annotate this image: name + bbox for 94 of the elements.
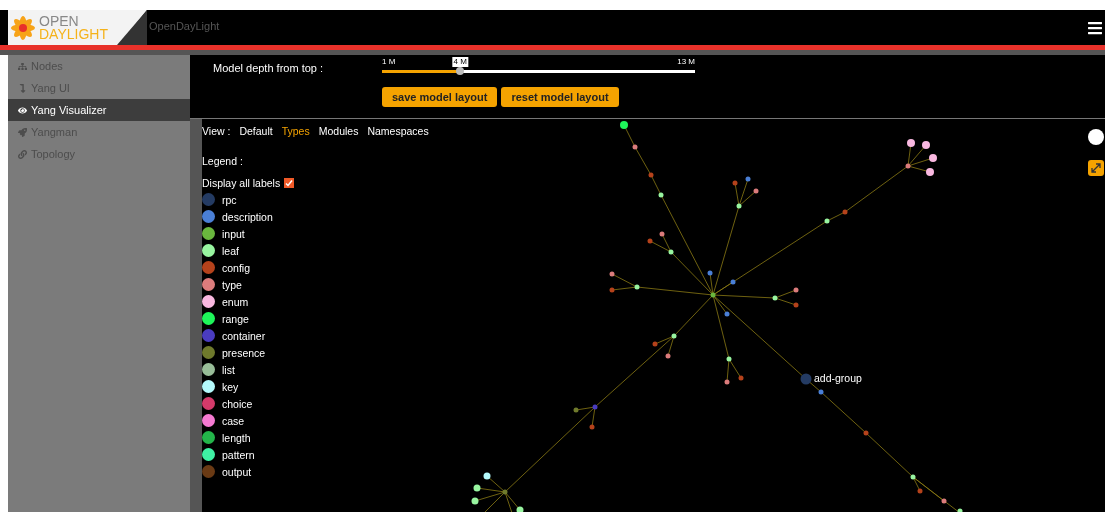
graph-node[interactable] bbox=[800, 373, 812, 385]
graph-node[interactable] bbox=[665, 353, 671, 359]
logo-text: OPEN bbox=[39, 14, 80, 28]
graph-node[interactable] bbox=[573, 407, 579, 413]
legend-label: case bbox=[222, 414, 245, 427]
legend-label: config bbox=[222, 261, 251, 274]
graph-node[interactable] bbox=[668, 249, 674, 255]
slider-value-label: 4 M bbox=[452, 57, 468, 67]
legend-label: presence bbox=[222, 346, 266, 359]
rocket-icon bbox=[18, 127, 27, 137]
legend-label: key bbox=[222, 380, 239, 393]
graph-node[interactable] bbox=[609, 271, 615, 277]
sidebar-item[interactable]: Yang Visualizer bbox=[8, 99, 190, 121]
graph-node[interactable] bbox=[824, 218, 830, 224]
app-title: OpenDayLight bbox=[149, 20, 220, 34]
slider-max-label: 13 M bbox=[677, 57, 695, 67]
slider-thumb[interactable] bbox=[456, 67, 465, 75]
layout-button[interactable]: reset model layout bbox=[501, 87, 619, 107]
graph-node[interactable] bbox=[738, 375, 744, 381]
graph-node[interactable] bbox=[730, 279, 736, 285]
graph-node[interactable] bbox=[929, 154, 937, 162]
graph-node[interactable] bbox=[793, 287, 799, 293]
graph-node[interactable] bbox=[842, 209, 848, 215]
graph-node[interactable] bbox=[732, 180, 738, 186]
graph-node[interactable] bbox=[724, 379, 730, 385]
graph-node[interactable] bbox=[818, 389, 824, 395]
legend-label: input bbox=[222, 227, 245, 240]
sitemap-icon bbox=[18, 61, 27, 71]
graph-node[interactable] bbox=[753, 188, 759, 194]
graph-node[interactable] bbox=[863, 430, 869, 436]
node-label: add-group bbox=[814, 372, 862, 384]
graph-node[interactable] bbox=[926, 168, 934, 176]
legend-label: container bbox=[222, 329, 266, 342]
view-label: View : bbox=[202, 125, 231, 137]
legend-label: length bbox=[222, 431, 251, 444]
graph-node[interactable] bbox=[634, 284, 640, 290]
depth-label: Model depth from top : bbox=[213, 62, 325, 74]
expand-icon[interactable] bbox=[1088, 160, 1104, 176]
graph-node[interactable] bbox=[922, 141, 930, 149]
graph-node[interactable] bbox=[793, 302, 799, 308]
eye-icon bbox=[18, 105, 27, 115]
legend-label: rpc bbox=[222, 193, 237, 206]
graph-node[interactable] bbox=[726, 356, 732, 362]
legend-label: pattern bbox=[222, 448, 255, 461]
graph-node[interactable] bbox=[471, 497, 479, 505]
legend-label: list bbox=[222, 363, 235, 376]
legend-title: Legend : bbox=[202, 154, 243, 167]
flower-logo-icon bbox=[10, 14, 36, 41]
graph-node[interactable] bbox=[473, 484, 481, 492]
graph-node[interactable] bbox=[736, 203, 742, 209]
legend-label: leaf bbox=[222, 244, 239, 257]
link-icon bbox=[18, 149, 27, 159]
graph-node[interactable] bbox=[620, 121, 628, 129]
graph-node[interactable] bbox=[707, 270, 713, 276]
graph-node[interactable] bbox=[907, 139, 915, 147]
graph-node[interactable] bbox=[647, 238, 653, 244]
graph-node[interactable] bbox=[659, 231, 665, 237]
view-option[interactable]: Default bbox=[239, 125, 273, 137]
legend-label: output bbox=[222, 465, 252, 478]
graph-node[interactable] bbox=[592, 404, 598, 410]
graph-node[interactable] bbox=[632, 144, 638, 150]
legend-label: type bbox=[222, 278, 242, 291]
legend-label: choice bbox=[222, 397, 253, 410]
graph-node[interactable] bbox=[516, 506, 524, 512]
depth-slider[interactable] bbox=[382, 70, 695, 73]
layout-button[interactable]: save model layout bbox=[382, 87, 498, 107]
graph-node[interactable] bbox=[724, 311, 730, 317]
graph-node[interactable] bbox=[658, 192, 664, 198]
graph-node[interactable] bbox=[772, 295, 778, 301]
display-labels-checkbox[interactable] bbox=[284, 177, 295, 188]
graph-node[interactable] bbox=[910, 474, 916, 480]
view-option[interactable]: Namespaces bbox=[367, 125, 429, 137]
graph-node[interactable] bbox=[905, 163, 911, 169]
graph-node[interactable] bbox=[710, 292, 716, 298]
legend-label: description bbox=[222, 210, 273, 223]
graph-node[interactable] bbox=[745, 176, 751, 182]
logo-text: DAYLIGHT bbox=[39, 27, 108, 41]
view-option[interactable]: Types bbox=[281, 125, 310, 137]
graph-node[interactable] bbox=[609, 287, 615, 293]
graph-node[interactable] bbox=[648, 172, 654, 178]
graph-node[interactable] bbox=[917, 488, 923, 494]
graph-node[interactable] bbox=[941, 498, 947, 504]
graph-node[interactable] bbox=[671, 333, 677, 339]
legend-label: enum bbox=[222, 295, 249, 308]
graph-node[interactable] bbox=[589, 424, 595, 430]
graph-node[interactable] bbox=[502, 489, 508, 495]
arrow-down-icon bbox=[18, 83, 27, 93]
graph-node[interactable] bbox=[483, 472, 491, 480]
slider-min-label: 1 M bbox=[382, 57, 396, 67]
display-labels-label: Display all labels bbox=[202, 176, 281, 189]
graph-node[interactable] bbox=[957, 508, 963, 512]
legend-label: range bbox=[222, 312, 249, 325]
view-option[interactable]: Modules bbox=[318, 125, 359, 137]
graph-node[interactable] bbox=[652, 341, 658, 347]
